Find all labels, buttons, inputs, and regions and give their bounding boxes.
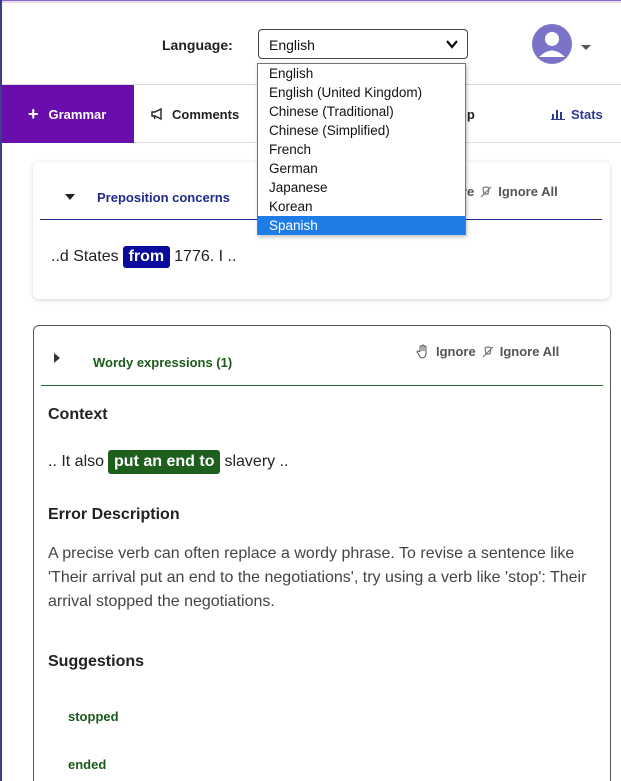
divider [41,385,603,386]
mute-icon [482,345,494,357]
language-option[interactable]: Japanese [258,178,465,197]
issue-context: ..d States from 1776. I .. [51,246,236,268]
chevron-down-icon [446,40,458,49]
plus-icon: + [28,104,39,124]
hand-icon [416,344,427,359]
language-label: Language: [162,37,233,53]
bar-chart-icon [551,110,565,120]
megaphone-icon [151,107,162,121]
expand-triangle-icon[interactable] [65,194,75,200]
context-before: ..d States [51,248,119,265]
context-highlight: from [122,246,171,268]
error-description-text: A precise verb can often replace a wordy… [48,545,587,610]
issue-context: .. It also put an end to slavery .. [48,450,288,474]
error-description-heading: Error Description [48,506,180,523]
caret-down-icon[interactable] [581,45,591,50]
language-option-highlighted[interactable]: Spanish [258,216,465,235]
context-after: 1776. I .. [174,248,237,265]
ignore-all-button[interactable]: Ignore All [498,184,557,199]
issue-card-wordy: Wordy expressions (1) Ignore Ignore All … [33,325,611,781]
ignore-all-button[interactable]: Ignore All [500,344,559,359]
tab-comments[interactable]: Comments [150,85,239,143]
language-option[interactable]: Chinese (Traditional) [258,102,465,121]
context-highlight: put an end to [108,450,221,474]
tab-stats-label: Stats [571,106,603,122]
context-after: slavery .. [224,453,289,470]
tab-grammar-label: Grammar [48,106,107,122]
tab-grammar[interactable]: + Grammar [2,85,134,143]
context-before: .. It also [48,453,105,470]
issue-actions: ore Ignore All [454,184,558,199]
suggestion-item[interactable]: stopped [68,709,119,724]
issue-title[interactable]: Preposition concerns [97,190,230,205]
language-option[interactable]: English (United Kingdom) [258,83,465,102]
language-option[interactable]: German [258,159,465,178]
suggestion-item[interactable]: ended [68,757,106,772]
context-heading: Context [48,406,108,423]
ignore-button[interactable]: Ignore [436,344,476,359]
language-option[interactable]: Korean [258,197,465,216]
issue-title[interactable]: Wordy expressions (1) [93,355,232,370]
suggestions-heading: Suggestions [48,653,145,670]
user-icon [539,32,565,57]
issue-actions: Ignore Ignore All [416,344,559,359]
language-select[interactable]: English [258,29,468,59]
language-option[interactable]: Chinese (Simplified) [258,121,465,140]
language-option[interactable]: English [258,64,465,83]
language-select-value: English [269,37,315,53]
avatar[interactable] [532,24,572,64]
tab-stats[interactable]: Stats [551,85,603,143]
collapse-triangle-icon[interactable] [54,353,60,363]
tab-comments-label: Comments [172,106,240,122]
mute-icon [480,185,492,197]
language-option[interactable]: French [258,140,465,159]
language-dropdown-list: English English (United Kingdom) Chinese… [257,63,466,235]
